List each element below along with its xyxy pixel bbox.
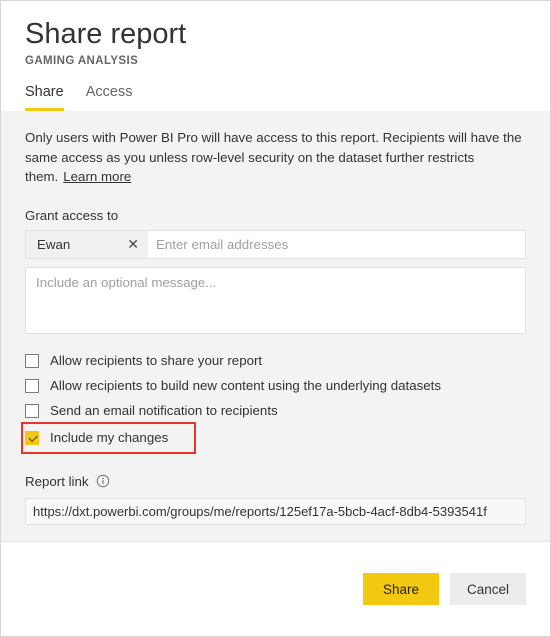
optional-message-input[interactable] (25, 266, 526, 334)
description-text: Only users with Power BI Pro will have a… (25, 128, 526, 187)
report-link-header: Report link (25, 474, 526, 489)
dialog-body: Only users with Power BI Pro will have a… (1, 111, 550, 541)
checkbox-allow-share[interactable] (25, 354, 39, 368)
share-button[interactable]: Share (363, 573, 439, 605)
grant-access-label: Grant access to (25, 207, 119, 223)
page-title: Share report (25, 18, 187, 50)
dialog-header: Share report GAMING ANALYSIS Share Acces… (1, 1, 550, 111)
close-icon[interactable]: ✕ (127, 237, 139, 251)
options-list: Allow recipients to share your report Al… (21, 349, 526, 454)
option-row-include-changes[interactable]: Include my changes (21, 421, 196, 454)
checkbox-include-changes[interactable] (25, 430, 39, 445)
share-report-dialog: Share report GAMING ANALYSIS Share Acces… (0, 0, 551, 637)
grant-access-field[interactable]: Ewan ✕ (25, 229, 526, 259)
info-icon[interactable] (96, 474, 110, 488)
option-label[interactable]: Send an email notification to recipients (50, 403, 278, 419)
tab-bar: Share Access (25, 84, 526, 111)
option-row-share-report[interactable]: Allow recipients to share your report (25, 349, 526, 374)
tab-access[interactable]: Access (86, 84, 133, 111)
report-link-label: Report link (25, 473, 89, 489)
option-label[interactable]: Include my changes (50, 430, 168, 446)
checkbox-send-email[interactable] (25, 404, 39, 418)
page-subtitle: GAMING ANALYSIS (25, 55, 139, 67)
checkbox-allow-build[interactable] (25, 379, 39, 393)
option-label[interactable]: Allow recipients to build new content us… (50, 378, 441, 394)
option-row-build-content[interactable]: Allow recipients to build new content us… (25, 374, 526, 399)
option-label[interactable]: Allow recipients to share your report (50, 353, 262, 369)
cancel-button[interactable]: Cancel (450, 573, 526, 605)
learn-more-link[interactable]: Learn more (63, 169, 131, 184)
report-link-field[interactable]: https://dxt.powerbi.com/groups/me/report… (25, 497, 526, 525)
report-link-url: https://dxt.powerbi.com/groups/me/report… (33, 503, 487, 519)
dialog-footer: Share Cancel (1, 541, 550, 636)
recipient-chip[interactable]: Ewan ✕ (26, 230, 148, 258)
option-row-email-notification[interactable]: Send an email notification to recipients (25, 399, 526, 424)
email-input[interactable] (148, 230, 525, 258)
recipient-chip-label: Ewan (37, 236, 71, 252)
tab-share[interactable]: Share (25, 84, 64, 111)
